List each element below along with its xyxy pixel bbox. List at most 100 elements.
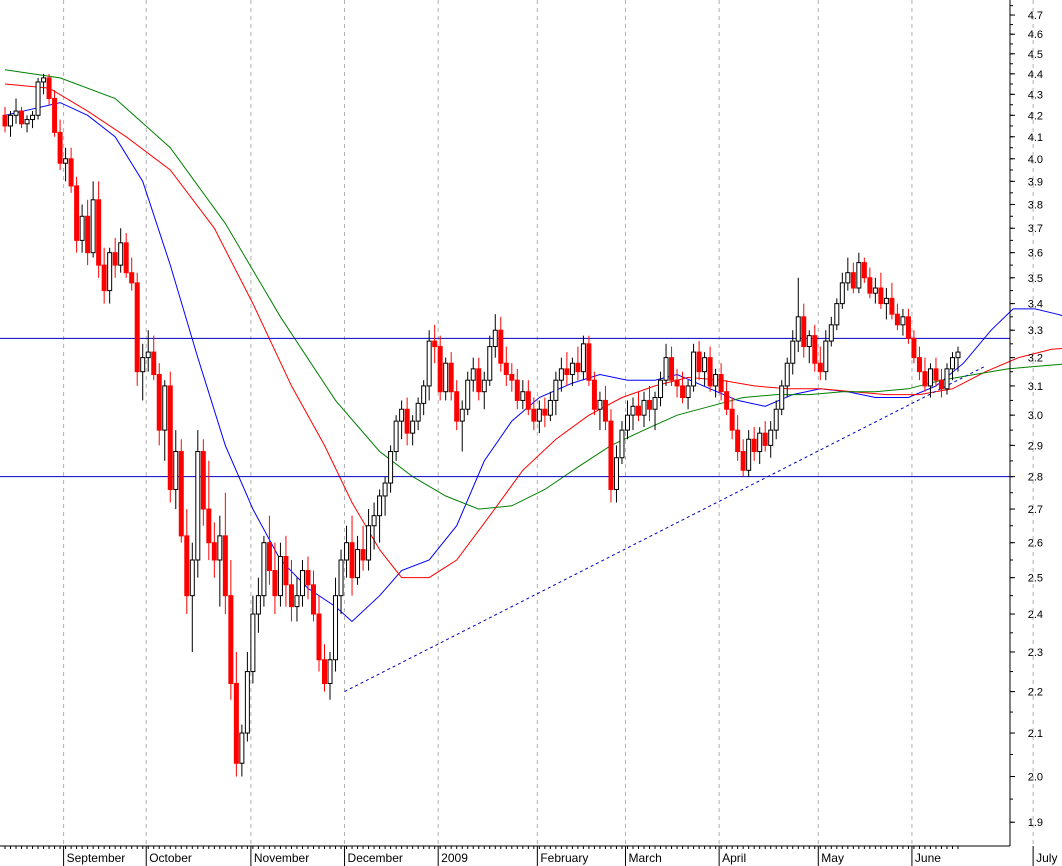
- candle: [79, 204, 85, 253]
- candle: [575, 346, 581, 381]
- candle-body: [872, 287, 878, 294]
- candle-body: [129, 272, 135, 284]
- candle-body: [333, 595, 339, 661]
- candle: [129, 257, 135, 291]
- candle: [338, 549, 344, 615]
- candle-body: [949, 357, 955, 370]
- candle-body: [46, 77, 52, 99]
- candle-body: [19, 110, 25, 125]
- trendline: [344, 365, 986, 693]
- candle: [68, 147, 74, 193]
- candle-body: [96, 199, 102, 266]
- candle-body: [344, 542, 350, 561]
- candle: [355, 535, 361, 585]
- candle-body: [613, 457, 619, 490]
- candle-body: [327, 659, 333, 685]
- candle: [795, 277, 801, 353]
- y-tick-label: 3.2: [1028, 353, 1043, 365]
- month-label: October: [149, 851, 192, 865]
- candle: [613, 445, 619, 503]
- candle-body: [189, 559, 195, 597]
- candle: [817, 346, 823, 381]
- y-tick-label: 3.4: [1028, 299, 1043, 311]
- y-tick-label: 3.1: [1028, 381, 1043, 393]
- candle-body: [856, 262, 862, 289]
- candle-body: [927, 368, 933, 387]
- candle-body: [713, 374, 719, 387]
- candle-body: [674, 379, 680, 387]
- y-tick-label: 3.8: [1028, 199, 1043, 211]
- candle: [74, 176, 80, 253]
- candle: [949, 352, 955, 381]
- candle: [773, 400, 779, 440]
- candle-body: [377, 495, 383, 517]
- candle-body: [564, 368, 570, 376]
- candle: [443, 357, 449, 401]
- y-tick-label: 4.1: [1028, 132, 1043, 144]
- candle-body: [812, 335, 818, 364]
- candle: [476, 357, 482, 401]
- candle: [558, 357, 564, 392]
- candle-body: [8, 114, 14, 127]
- candle-body: [938, 379, 944, 390]
- candle: [514, 368, 520, 410]
- candle: [492, 314, 498, 358]
- candle: [90, 181, 96, 258]
- candle-body: [178, 451, 184, 537]
- candle: [867, 267, 873, 299]
- candle: [768, 421, 774, 458]
- candle: [547, 391, 553, 422]
- month-label: April: [722, 851, 746, 865]
- y-tick-label: 3.9: [1028, 176, 1043, 188]
- candle-body: [547, 399, 553, 416]
- candle: [938, 368, 944, 398]
- y-tick-label: 2.6: [1028, 538, 1043, 550]
- y-tick-label: 3.7: [1028, 223, 1043, 235]
- candle: [624, 400, 630, 440]
- candle: [569, 357, 575, 386]
- candle-body: [211, 542, 217, 561]
- candle: [735, 415, 741, 461]
- candle: [19, 106, 25, 129]
- month-label: May: [821, 851, 844, 865]
- candle: [437, 335, 443, 401]
- candle-body: [729, 408, 735, 431]
- candle: [85, 199, 91, 266]
- candle-body: [867, 277, 873, 294]
- candle: [845, 257, 851, 291]
- candle-body: [2, 114, 8, 127]
- candle: [344, 525, 350, 578]
- candle-body: [432, 340, 438, 348]
- candle-body: [195, 451, 201, 561]
- candle-body: [823, 340, 829, 373]
- candle-body: [784, 362, 790, 387]
- candle: [156, 363, 162, 446]
- candle: [261, 535, 267, 607]
- candle: [509, 363, 515, 392]
- candle-body: [118, 242, 124, 266]
- candle-body: [702, 357, 708, 373]
- candle-body: [762, 432, 768, 446]
- candle: [415, 397, 421, 431]
- candle: [591, 371, 597, 416]
- candle: [911, 330, 917, 364]
- candle: [487, 335, 493, 386]
- candle-body: [955, 351, 961, 359]
- candle: [922, 357, 928, 392]
- candle: [784, 357, 790, 398]
- candle-body: [757, 432, 763, 453]
- candle: [630, 397, 636, 431]
- candle: [382, 476, 388, 516]
- candle-body: [41, 77, 47, 83]
- candle-body: [74, 185, 80, 241]
- candle-body: [536, 408, 542, 422]
- candle-body: [630, 405, 636, 416]
- candle-body: [817, 362, 823, 373]
- candle: [140, 343, 146, 401]
- y-tick-label: 2.5: [1028, 573, 1043, 585]
- candle: [729, 397, 735, 440]
- candle: [184, 509, 190, 615]
- candle-body: [123, 242, 129, 274]
- candle-body: [509, 374, 515, 381]
- candle-body: [569, 362, 575, 376]
